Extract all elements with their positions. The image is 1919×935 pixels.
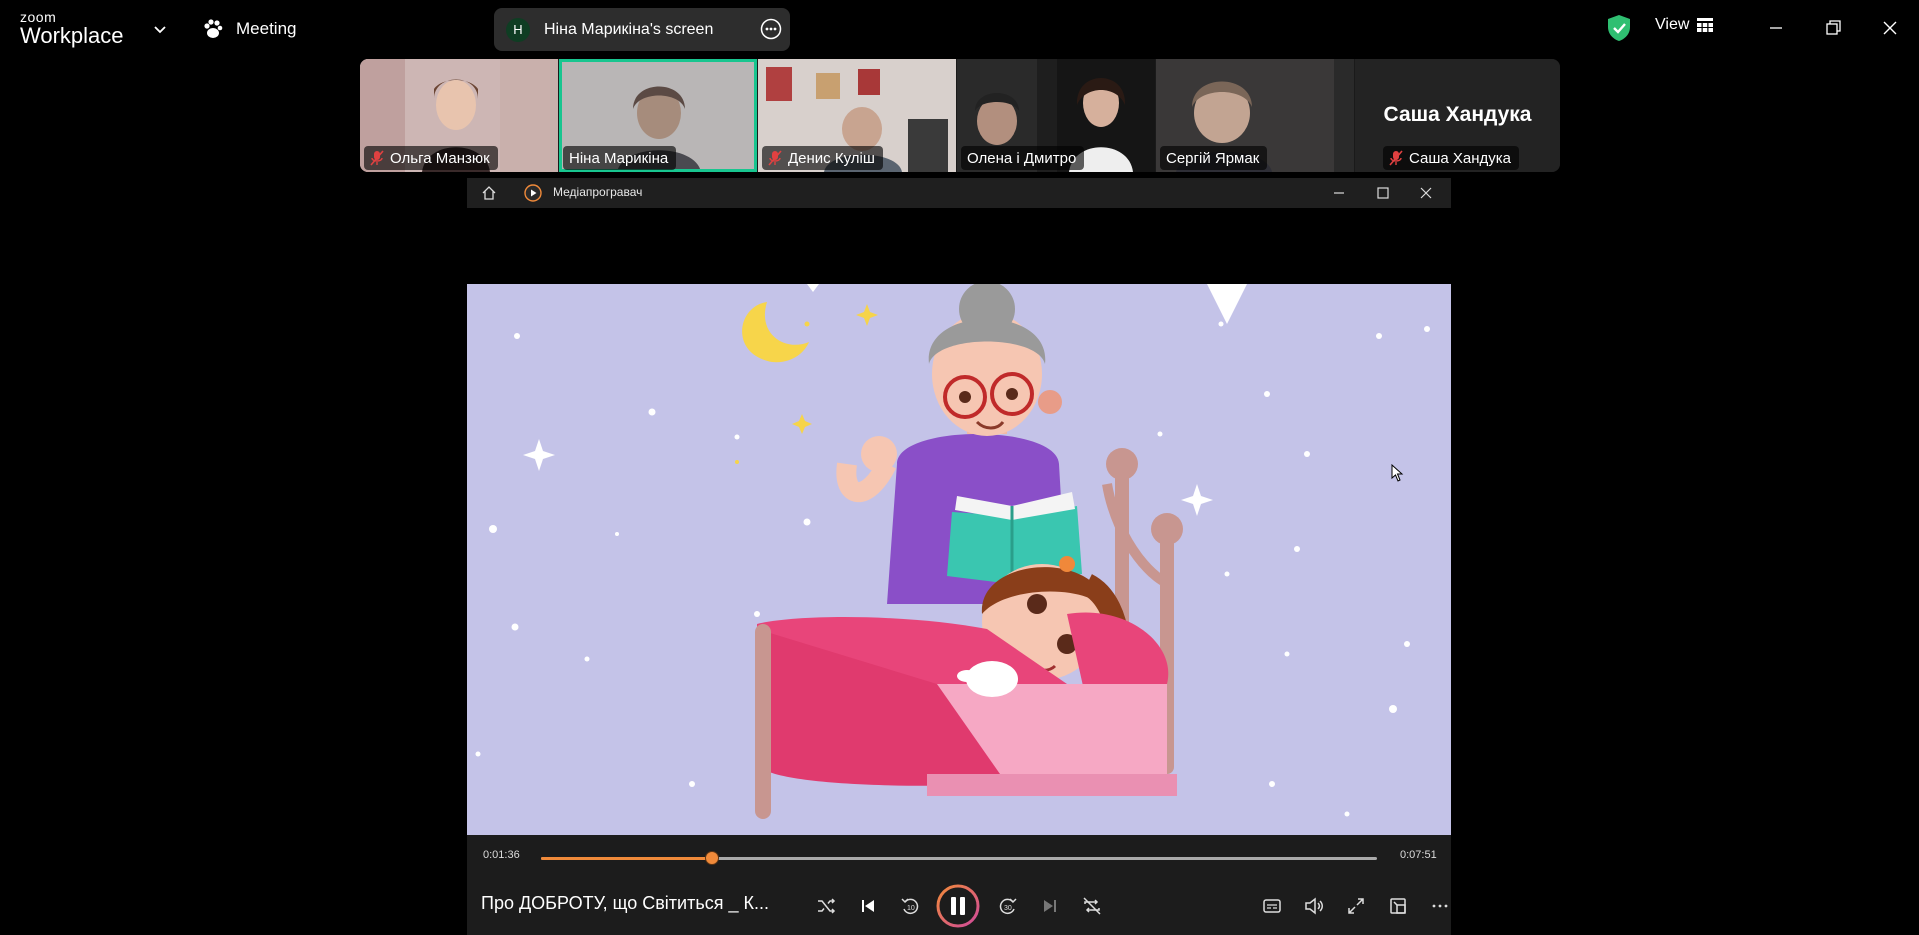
letterbox-bar — [467, 208, 1451, 284]
home-icon[interactable] — [481, 185, 497, 201]
more-icon[interactable] — [1428, 894, 1452, 918]
shuffle-icon[interactable] — [814, 894, 838, 918]
volume-icon[interactable] — [1302, 894, 1326, 918]
next-icon[interactable] — [1038, 894, 1062, 918]
muted-mic-icon — [1389, 150, 1403, 166]
participant-name: Ніна Марикіна — [569, 149, 669, 167]
participant-name: Саша Хандука — [1409, 149, 1512, 167]
mouse-cursor-icon — [1391, 464, 1404, 482]
participant-name: Ольга Манзюк — [390, 149, 490, 167]
view-menu[interactable]: View — [1655, 16, 1714, 34]
participant-tile-active[interactable]: Ніна Марикіна — [559, 59, 757, 172]
participant-display-name: Саша Хандука — [1383, 103, 1532, 126]
participant-name-tag: Ольга Манзюк — [364, 146, 498, 170]
media-player-logo-icon — [524, 184, 542, 202]
cartoon-illustration — [467, 284, 1451, 835]
total-time: 0:07:51 — [1400, 849, 1437, 861]
elapsed-time: 0:01:36 — [483, 849, 520, 861]
svg-text:30: 30 — [1004, 905, 1012, 912]
seek-bar-thumb[interactable] — [704, 851, 719, 865]
player-controls: 0:01:36 0:07:51 Про ДОБРОТУ, що Світитьс… — [467, 835, 1451, 935]
participant-name-tag: Ніна Марикіна — [563, 146, 677, 170]
participant-name: Сергій Ярмак — [1166, 149, 1260, 167]
previous-icon[interactable] — [856, 894, 880, 918]
player-maximize-icon[interactable] — [1375, 185, 1391, 201]
participant-name: Денис Куліш — [788, 149, 875, 167]
pause-button[interactable] — [936, 884, 980, 928]
meeting-menu[interactable]: Meeting — [202, 17, 296, 41]
participant-tile[interactable]: Денис Куліш — [758, 59, 956, 172]
zoom-top-bar: zoom Workplace Meeting H Ніна Марикіна's… — [0, 0, 1919, 58]
muted-mic-icon — [370, 150, 384, 166]
subtitles-icon[interactable] — [1260, 894, 1284, 918]
gallery-grid-icon — [1697, 18, 1714, 32]
player-title-bar: Медіапрогравач — [467, 178, 1451, 208]
player-close-icon[interactable] — [1418, 185, 1434, 201]
seek-bar-progress — [541, 857, 712, 860]
participant-tile[interactable]: Ольга Манзюк — [360, 59, 558, 172]
paw-icon — [204, 19, 223, 38]
mini-player-icon[interactable] — [1386, 894, 1410, 918]
zoom-workplace-logo[interactable]: zoom Workplace — [20, 10, 124, 47]
participant-name-tag: Денис Куліш — [762, 146, 883, 170]
participant-name: Олена і Дмитро — [967, 149, 1077, 167]
participant-tile-no-video[interactable]: Саша Хандука Саша Хандука — [1355, 59, 1560, 172]
player-title: Медіапрогравач — [553, 185, 643, 199]
more-options-icon[interactable] — [760, 18, 782, 40]
video-frame[interactable] — [467, 284, 1451, 835]
close-icon[interactable] — [1876, 14, 1904, 42]
repeat-off-icon[interactable] — [1080, 894, 1104, 918]
view-label: View — [1655, 16, 1690, 33]
muted-mic-icon — [768, 150, 782, 166]
skip-back-10-icon[interactable]: 10 — [898, 894, 922, 918]
participant-name-tag: Олена і Дмитро — [961, 146, 1085, 170]
meeting-label: Meeting — [236, 19, 297, 38]
security-shield-icon[interactable] — [1606, 14, 1632, 42]
player-minimize-icon[interactable] — [1331, 185, 1347, 201]
minimize-icon[interactable] — [1762, 14, 1790, 42]
svg-text:10: 10 — [907, 905, 915, 912]
skip-forward-30-icon[interactable]: 30 — [996, 894, 1020, 918]
shared-screen-indicator[interactable]: H Ніна Марикіна's screen — [494, 8, 790, 51]
participant-tile[interactable]: Олена і Дмитро — [957, 59, 1155, 172]
participant-strip: Ольга Манзюк Ніна Марикіна Денис Куліш О… — [360, 59, 1560, 172]
participant-name-tag: Саша Хандука — [1383, 146, 1520, 170]
video-title: Про ДОБРОТУ, що Світиться _ К... — [481, 893, 769, 913]
participant-name-tag: Сергій Ярмак — [1160, 146, 1268, 170]
participant-tile[interactable]: Сергій Ярмак — [1156, 59, 1354, 172]
restore-icon[interactable] — [1819, 14, 1847, 42]
logo-workplace-text: Workplace — [20, 23, 124, 48]
logo-zoom-text: zoom — [20, 9, 57, 25]
seek-bar[interactable] — [541, 857, 1377, 860]
shared-screen-label: Ніна Марикіна's screen — [544, 20, 714, 38]
sharer-avatar: H — [506, 17, 530, 42]
media-player-window: Медіапрогравач 0:01:36 0:07:51 Про ДОБРО… — [467, 178, 1451, 935]
chevron-down-icon[interactable] — [151, 20, 169, 38]
fullscreen-icon[interactable] — [1344, 894, 1368, 918]
